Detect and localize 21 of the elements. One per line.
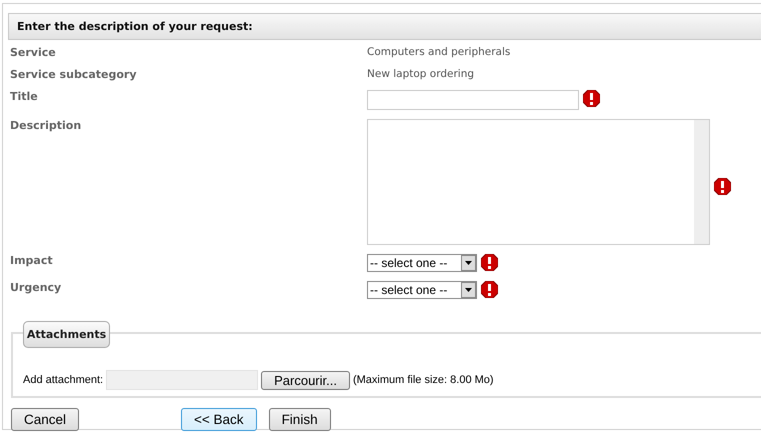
field-value: New laptop ordering bbox=[367, 68, 474, 80]
field-label: Urgency bbox=[9, 281, 62, 294]
dropdown[interactable]: -- select one -- bbox=[367, 281, 477, 299]
section-title: Enter the description of your request: bbox=[17, 20, 253, 33]
title-input[interactable] bbox=[367, 90, 579, 110]
field-value: Computers and peripherals bbox=[367, 46, 510, 58]
cancel-button[interactable]: Cancel bbox=[11, 408, 80, 431]
field-label: Title bbox=[9, 90, 38, 103]
dropdown[interactable]: -- select one -- bbox=[367, 254, 477, 272]
description-textarea[interactable] bbox=[367, 119, 710, 245]
file-size-note: (Maximum file size: 8.00 Mo) bbox=[352, 374, 494, 386]
field-label: Service bbox=[9, 46, 56, 59]
field-label: Service subcategory bbox=[9, 68, 136, 81]
finish-button[interactable]: Finish bbox=[268, 408, 331, 431]
file-field[interactable] bbox=[106, 370, 258, 390]
attachments-legend: Attachments bbox=[23, 321, 110, 348]
attachment-label: Add attachment: bbox=[23, 374, 104, 386]
field-label: Description bbox=[9, 119, 82, 132]
back-button[interactable]: << Back bbox=[181, 408, 257, 431]
browse-button[interactable]: Parcourir... bbox=[261, 370, 350, 390]
field-label: Impact bbox=[9, 254, 53, 267]
